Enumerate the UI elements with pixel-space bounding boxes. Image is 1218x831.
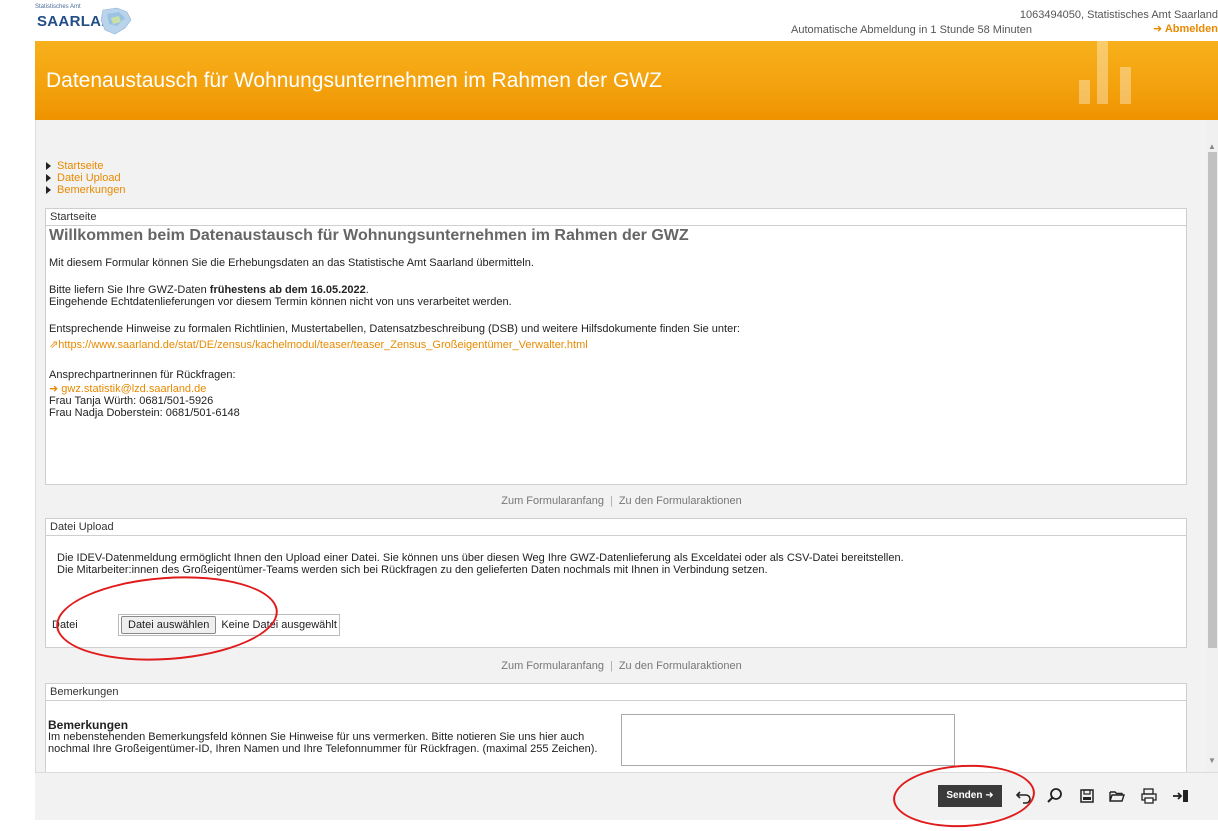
section-body: Bemerkungen Im nebenstehenden Bemerkungs… bbox=[46, 701, 1186, 766]
nav-item-label: Bemerkungen bbox=[57, 184, 126, 196]
delivery-prefix: Bitte liefern Sie Ihre GWZ-Daten bbox=[49, 284, 210, 296]
contact-person-2: Frau Nadja Doberstein: 0681/501-6148 bbox=[49, 407, 240, 419]
intro-text: Mit diesem Formular können Sie die Erheb… bbox=[49, 257, 534, 269]
scrollbar-thumb[interactable] bbox=[1208, 152, 1217, 648]
vertical-scrollbar[interactable]: ▲ ▼ bbox=[1206, 120, 1218, 772]
separator: | bbox=[609, 495, 613, 507]
app-frame: Statistisches Amt SAARLAND Automatische … bbox=[35, 0, 1218, 831]
scroll-up-icon[interactable]: ▲ bbox=[1208, 142, 1216, 151]
external-link-icon: ⇗ bbox=[49, 339, 59, 351]
file-row: Datei Datei auswählen Keine Datei ausgew… bbox=[52, 614, 340, 636]
contact-email-link[interactable]: ➜ gwz.statistik@lzd.saarland.de bbox=[49, 383, 1186, 395]
arrow-right-icon bbox=[46, 186, 51, 194]
nav-item-label: Startseite bbox=[57, 160, 104, 172]
title-banner: Datenaustausch für Wohnungsunternehmen i… bbox=[35, 41, 1218, 120]
scroll-down-icon[interactable]: ▼ bbox=[1208, 756, 1216, 765]
saarland-map-icon bbox=[100, 7, 132, 35]
user-id: 1063494050, Statistisches Amt Saarland bbox=[1019, 9, 1218, 21]
separator: | bbox=[609, 660, 613, 672]
file-status: Keine Datei ausgewählt bbox=[221, 619, 337, 631]
contact-email: gwz.statistik@lzd.saarland.de bbox=[61, 383, 207, 395]
section-startseite: Startseite Willkommen beim Datenaustausc… bbox=[45, 208, 1187, 485]
search-icon[interactable] bbox=[1045, 786, 1065, 806]
section-nav: Startseite Datei Upload Bemerkungen bbox=[46, 160, 126, 196]
logo-subtitle: Statistisches Amt bbox=[35, 4, 81, 10]
logout-label: Abmelden bbox=[1164, 23, 1218, 35]
print-icon[interactable] bbox=[1139, 786, 1159, 806]
upload-text-1: Die IDEV-Datenmeldung ermöglicht Ihnen d… bbox=[57, 552, 904, 564]
undo-icon[interactable] bbox=[1014, 786, 1034, 806]
exit-icon[interactable] bbox=[1171, 786, 1191, 806]
section-header: Datei Upload bbox=[46, 519, 1186, 536]
arrow-link-icon: ➜ bbox=[49, 383, 62, 395]
link-form-top[interactable]: Zum Formularanfang bbox=[501, 495, 604, 507]
user-info: 1063494050, Statistisches Amt Saarland ➜… bbox=[1020, 8, 1218, 36]
remarks-text: Im nebenstehenden Bemerkungsfeld können … bbox=[48, 731, 598, 755]
nav-item-bemerkungen[interactable]: Bemerkungen bbox=[46, 184, 126, 196]
link-form-actions[interactable]: Zu den Formularaktionen bbox=[619, 660, 742, 672]
delivery-note: Eingehende Echtdatenlieferungen vor dies… bbox=[49, 296, 512, 308]
arrow-right-icon bbox=[46, 162, 51, 170]
saarland-logo: Statistisches Amt SAARLAND bbox=[35, 4, 145, 40]
section-header: Bemerkungen bbox=[46, 684, 1186, 701]
save-icon[interactable] bbox=[1077, 786, 1097, 806]
delivery-text: Bitte liefern Sie Ihre GWZ-Daten frühest… bbox=[49, 284, 1186, 296]
section-bemerkungen: Bemerkungen Bemerkungen Im nebenstehende… bbox=[45, 683, 1187, 772]
nav-item-label: Datei Upload bbox=[57, 172, 121, 184]
link-form-actions[interactable]: Zu den Formularaktionen bbox=[619, 495, 742, 507]
form-jump-links: Zum Formularanfang | Zu den Formularaktion… bbox=[36, 495, 1207, 507]
form-content[interactable]: Startseite Datei Upload Bemerkungen Star… bbox=[35, 120, 1206, 772]
section-datei-upload: Datei Upload Die IDEV-Datenmeldung ermög… bbox=[45, 518, 1187, 648]
action-bar: Senden ➜ bbox=[35, 772, 1218, 820]
hints-link-url: https://www.saarland.de/stat/DE/zensus/k… bbox=[58, 339, 588, 351]
remarks-title: Bemerkungen bbox=[48, 718, 129, 732]
section-header: Startseite bbox=[46, 209, 1186, 226]
remarks-textarea[interactable] bbox=[621, 714, 955, 766]
page-margin bbox=[0, 0, 35, 823]
send-label: Senden bbox=[946, 790, 983, 801]
upload-text-2: Die Mitarbeiter:innen des Großeigentümer… bbox=[57, 564, 768, 576]
choose-file-button[interactable]: Datei auswählen bbox=[121, 616, 217, 634]
delivery-date: frühestens ab dem 16.05.2022 bbox=[209, 284, 366, 296]
page-title: Datenaustausch für Wohnungsunternehmen i… bbox=[46, 69, 662, 92]
delivery-suffix: . bbox=[365, 284, 369, 296]
file-label: Datei bbox=[52, 619, 78, 631]
folder-open-icon[interactable] bbox=[1107, 786, 1127, 806]
arrow-right-icon bbox=[46, 174, 51, 182]
banner-decoration-bar bbox=[1097, 41, 1108, 104]
banner-decoration-bar bbox=[1079, 80, 1090, 104]
file-input[interactable]: Datei auswählen Keine Datei ausgewählt bbox=[118, 614, 340, 636]
nav-item-startseite[interactable]: Startseite bbox=[46, 160, 126, 172]
link-form-top[interactable]: Zum Formularanfang bbox=[501, 660, 604, 672]
hints-link[interactable]: ⇗https://www.saarland.de/stat/DE/zensus/… bbox=[49, 339, 1186, 351]
send-button[interactable]: Senden ➜ bbox=[938, 785, 1002, 807]
section-body: Willkommen beim Datenaustausch für Wohnu… bbox=[46, 226, 1186, 420]
contact-person-1: Frau Tanja Würth: 0681/501-5926 bbox=[49, 395, 214, 407]
nav-item-datei-upload[interactable]: Datei Upload bbox=[46, 172, 126, 184]
banner-decoration-bar bbox=[1120, 67, 1131, 104]
contact-label: Ansprechpartnerinnen für Rückfragen: bbox=[49, 369, 236, 381]
welcome-title: Willkommen beim Datenaustausch für Wohnu… bbox=[49, 227, 689, 244]
auto-logout-timer: Automatische Abmeldung in 1 Stunde 58 Mi… bbox=[791, 24, 1032, 36]
hints-text: Entsprechende Hinweise zu formalen Richt… bbox=[49, 323, 740, 335]
section-body: Die IDEV-Datenmeldung ermöglicht Ihnen d… bbox=[46, 536, 1186, 636]
logout-link[interactable]: ➜ Abmelden bbox=[1020, 22, 1218, 36]
form-jump-links: Zum Formularanfang | Zu den Formularaktion… bbox=[36, 660, 1207, 672]
